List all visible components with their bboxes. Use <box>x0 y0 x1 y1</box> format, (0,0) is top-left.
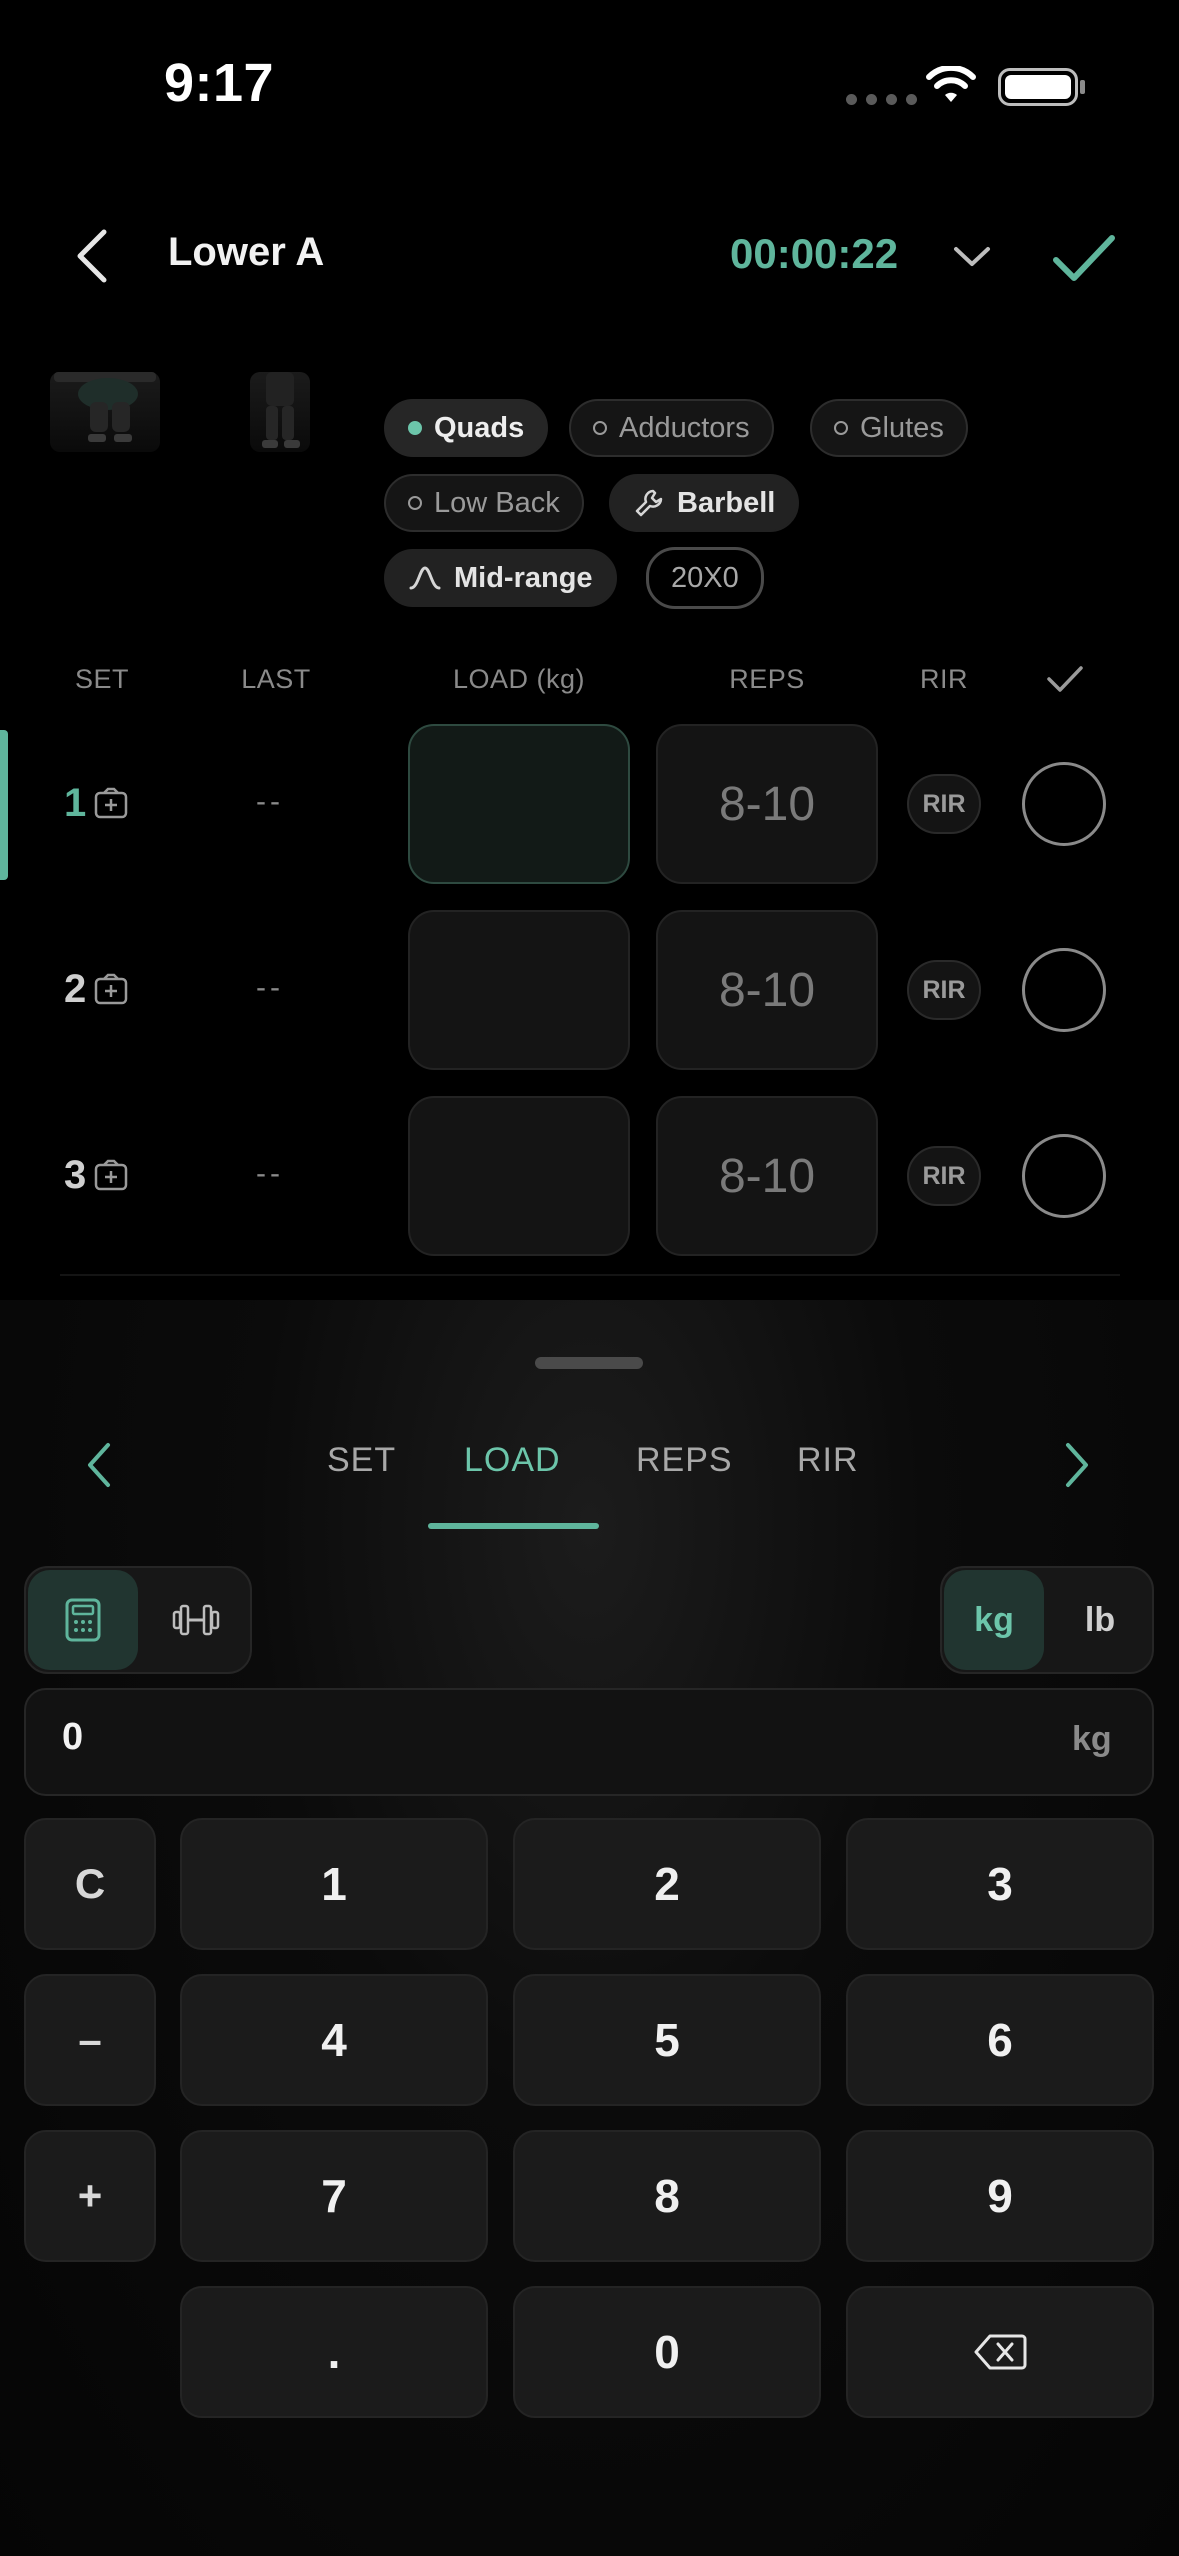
key-6[interactable]: 6 <box>846 1974 1154 2106</box>
key-1[interactable]: 1 <box>180 1818 488 1950</box>
wrench-icon <box>635 489 663 517</box>
dot-icon <box>593 421 607 435</box>
tag-label: Mid-range <box>454 561 593 594</box>
calculator-mode-button[interactable] <box>28 1570 138 1670</box>
standing-figure-icon <box>262 372 300 448</box>
range-tag-mid-range[interactable]: Mid-range <box>384 549 617 607</box>
status-time: 9:17 <box>164 53 275 113</box>
sheet-grabber[interactable] <box>535 1357 643 1369</box>
tag-label: 20X0 <box>671 561 739 594</box>
set-number-label: 2 <box>64 967 87 1011</box>
muscle-tag-adductors[interactable]: Adductors <box>569 399 774 457</box>
dot-icon <box>834 421 848 435</box>
add-note-icon <box>95 1159 128 1190</box>
add-note-icon <box>95 973 128 1004</box>
reps-input[interactable]: 8-10 <box>656 724 878 884</box>
plate-mode-button[interactable] <box>144 1570 248 1670</box>
reps-input[interactable]: 8-10 <box>656 910 878 1070</box>
rir-button[interactable]: RIR <box>907 774 981 834</box>
key-0[interactable]: 0 <box>513 2286 821 2418</box>
rir-button[interactable]: RIR <box>907 1146 981 1206</box>
wifi-icon <box>926 66 976 102</box>
previous-field-chevron-icon[interactable] <box>84 1440 114 1490</box>
key-4[interactable]: 4 <box>180 1974 488 2106</box>
active-dot-icon <box>408 421 422 435</box>
key-9[interactable]: 9 <box>846 2130 1154 2262</box>
active-row-indicator <box>0 730 8 880</box>
tab-set[interactable]: SET <box>327 1441 396 1480</box>
chevron-down-icon[interactable] <box>952 244 992 270</box>
key-5[interactable]: 5 <box>513 1974 821 2106</box>
workout-timer[interactable]: 00:00:22 <box>730 230 898 278</box>
tempo-tag[interactable]: 20X0 <box>646 547 764 609</box>
dot-icon <box>408 496 422 510</box>
load-input[interactable] <box>408 910 630 1070</box>
unit-lb-button[interactable]: lb <box>1050 1570 1150 1670</box>
key-2[interactable]: 2 <box>513 1818 821 1950</box>
column-header-done-check-icon <box>1047 666 1083 692</box>
set-complete-toggle[interactable] <box>1022 1134 1106 1218</box>
battery-cap <box>1080 80 1085 94</box>
active-tab-underline <box>428 1523 599 1529</box>
set-number-3[interactable]: 3 <box>64 1153 130 1198</box>
workout-title: Lower A <box>168 230 325 274</box>
tab-load[interactable]: LOAD <box>464 1441 561 1480</box>
muscle-tag-glutes[interactable]: Glutes <box>810 399 968 457</box>
cellular-signal-icon <box>846 94 917 105</box>
set-number-2[interactable]: 2 <box>64 967 130 1012</box>
key-8[interactable]: 8 <box>513 2130 821 2262</box>
dumbbell-icon <box>172 1604 220 1636</box>
add-note-icon <box>95 787 128 818</box>
load-input[interactable] <box>408 724 630 884</box>
last-value: -- <box>256 971 284 1004</box>
column-header-set: SET <box>74 664 129 694</box>
entry-unit: kg <box>1072 1720 1112 1758</box>
column-header-reps: REPS <box>729 664 805 694</box>
muscle-tag-quads[interactable]: Quads <box>384 399 549 457</box>
load-input[interactable] <box>408 1096 630 1256</box>
clear-key[interactable]: C <box>24 1818 156 1950</box>
plus-key[interactable]: + <box>24 2130 156 2262</box>
unit-kg-button[interactable]: kg <box>944 1570 1044 1670</box>
set-complete-toggle[interactable] <box>1022 762 1106 846</box>
tag-label: Adductors <box>619 411 750 444</box>
next-field-chevron-icon[interactable] <box>1062 1440 1092 1490</box>
backspace-icon <box>974 2334 1027 2370</box>
tag-label: Quads <box>434 411 525 444</box>
finish-checkmark-icon[interactable] <box>1052 232 1116 284</box>
set-number-1[interactable]: 1 <box>64 781 130 826</box>
last-value: -- <box>256 785 284 818</box>
tab-reps[interactable]: REPS <box>636 1441 733 1480</box>
load-entry-field[interactable] <box>24 1688 1154 1796</box>
last-value: -- <box>256 1157 284 1190</box>
key-7[interactable]: 7 <box>180 2130 488 2262</box>
table-divider <box>60 1274 1120 1276</box>
muscle-tag-low-back[interactable]: Low Back <box>384 474 584 532</box>
rir-button[interactable]: RIR <box>907 960 981 1020</box>
squat-figure-icon <box>54 372 156 442</box>
column-header-rir: RIR <box>920 664 968 694</box>
equipment-tag-barbell[interactable]: Barbell <box>609 474 800 532</box>
back-chevron-icon[interactable] <box>72 226 112 286</box>
entry-value: 0 <box>62 1716 84 1758</box>
tab-rir[interactable]: RIR <box>797 1441 859 1480</box>
minus-key[interactable]: – <box>24 1974 156 2106</box>
exercise-thumbnail-2[interactable] <box>250 372 310 452</box>
backspace-key[interactable] <box>846 2286 1154 2418</box>
tag-label: Barbell <box>677 486 776 519</box>
tag-label: Low Back <box>434 486 560 519</box>
key-3[interactable]: 3 <box>846 1818 1154 1950</box>
set-number-label: 3 <box>64 1153 87 1197</box>
battery-icon <box>998 68 1078 106</box>
set-number-label: 1 <box>64 781 87 825</box>
exercise-thumbnail[interactable] <box>50 372 160 452</box>
calculator-icon <box>65 1598 101 1642</box>
set-complete-toggle[interactable] <box>1022 948 1106 1032</box>
column-header-last: LAST <box>241 664 311 694</box>
tag-label: Glutes <box>860 411 944 444</box>
range-curve-icon <box>409 566 441 590</box>
decimal-key[interactable]: . <box>180 2286 488 2418</box>
column-header-load: LOAD (kg) <box>452 664 586 694</box>
reps-input[interactable]: 8-10 <box>656 1096 878 1256</box>
